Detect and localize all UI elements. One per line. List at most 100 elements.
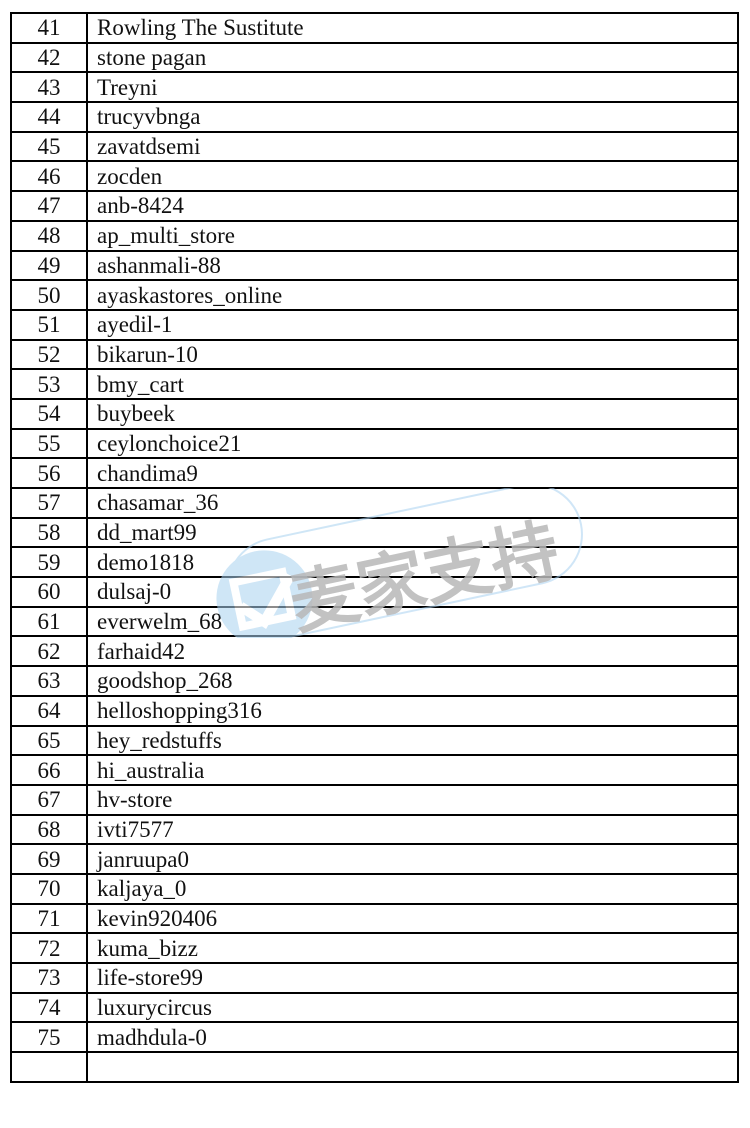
row-number: 44 [10,101,88,133]
row-number: 52 [10,338,88,371]
table-row: 68 ivti7577 [10,813,739,846]
store-name: stone pagan [86,41,739,74]
store-name: dd_mart99 [86,516,739,549]
row-number: 70 [10,872,88,905]
store-name: kuma_bizz [86,932,739,964]
table-row: 47 anb-8424 [10,190,739,222]
store-name: trucyvbnga [86,101,739,133]
row-number: 56 [10,457,88,489]
table-row: 55 ceylonchoice21 [10,427,739,460]
store-name: helloshopping316 [86,694,739,727]
table-row: 58 dd_mart99 [10,516,739,549]
store-name: life-store99 [86,962,739,994]
table-row: 53 bmy_cart [10,368,739,400]
row-number: 54 [10,397,88,430]
table-row: 49 ashanmali-88 [10,249,739,282]
row-number: 51 [10,308,88,341]
store-name: ayaskastores_online [86,279,739,311]
store-name: Treyni [86,71,739,104]
store-name: hv-store [86,783,739,816]
store-name: luxurycircus [86,991,739,1024]
row-number: 46 [10,160,88,193]
table-row: 64 helloshopping316 [10,694,739,727]
store-name: everwelm_68 [86,605,739,638]
table-row: 42 stone pagan [10,41,739,74]
table-row: 54 buybeek [10,397,739,430]
store-name: demo1818 [86,546,739,579]
store-name: kevin920406 [86,902,739,935]
table-row: 71 kevin920406 [10,902,739,935]
store-name: buybeek [86,397,739,430]
row-number: 60 [10,576,88,608]
store-name: janruupa0 [86,843,739,875]
table-row: 56 chandima9 [10,457,739,489]
row-number: 49 [10,249,88,282]
row-number [10,1051,88,1083]
store-name: kaljaya_0 [86,872,739,905]
table-row [10,1051,739,1083]
row-number: 43 [10,71,88,104]
store-name: ceylonchoice21 [86,427,739,460]
table-body: 41 Rowling The Sustitute 42 stone pagan 43 Tr… [10,12,739,1083]
table-row: 60 dulsaj-0 [10,576,739,608]
table-row: 61 everwelm_68 [10,605,739,638]
row-number: 64 [10,694,88,727]
table-row: 45 zavatdsemi [10,130,739,163]
store-name [86,1051,739,1083]
table-row: 67 hv-store [10,783,739,816]
store-name: anb-8424 [86,190,739,222]
row-number: 45 [10,130,88,163]
store-name: Rowling The Sustitute [86,12,739,44]
row-number: 68 [10,813,88,846]
table-row: 62 farhaid42 [10,635,739,668]
row-number: 69 [10,843,88,875]
row-number: 42 [10,41,88,74]
table-row: 75 madhdula-0 [10,1021,739,1054]
store-name: ayedil-1 [86,308,739,341]
row-number: 53 [10,368,88,400]
store-name: hey_redstuffs [86,724,739,757]
store-name: chasamar_36 [86,487,739,519]
store-name: ap_multi_store [86,219,739,252]
row-number: 71 [10,902,88,935]
row-number: 48 [10,219,88,252]
table-row: 72 kuma_bizz [10,932,739,964]
row-number: 62 [10,635,88,668]
store-name: hi_australia [86,754,739,786]
table-row: 73 life-store99 [10,962,739,994]
table-row: 69 janruupa0 [10,843,739,875]
row-number: 57 [10,487,88,519]
store-name: ivti7577 [86,813,739,846]
table-row: 51 ayedil-1 [10,308,739,341]
store-name: zavatdsemi [86,130,739,163]
table-row: 46 zocden [10,160,739,193]
row-number: 55 [10,427,88,460]
table-row: 44 trucyvbnga [10,101,739,133]
row-number: 63 [10,665,88,697]
store-name: bikarun-10 [86,338,739,371]
table-row: 43 Treyni [10,71,739,104]
table-row: 57 chasamar_36 [10,487,739,519]
table-row: 65 hey_redstuffs [10,724,739,757]
store-name: bmy_cart [86,368,739,400]
row-number: 47 [10,190,88,222]
table-row: 52 bikarun-10 [10,338,739,371]
row-number: 67 [10,783,88,816]
row-number: 65 [10,724,88,757]
store-name: chandima9 [86,457,739,489]
row-number: 73 [10,962,88,994]
row-number: 72 [10,932,88,964]
row-number: 50 [10,279,88,311]
table-row: 48 ap_multi_store [10,219,739,252]
store-name: goodshop_268 [86,665,739,697]
table-row: 66 hi_australia [10,754,739,786]
store-list-table: 41 Rowling The Sustitute 42 stone pagan 43 Tr… [10,12,739,1083]
row-number: 58 [10,516,88,549]
table-row: 74 luxurycircus [10,991,739,1024]
store-name: ashanmali-88 [86,249,739,282]
table-row: 50 ayaskastores_online [10,279,739,311]
store-name: zocden [86,160,739,193]
row-number: 74 [10,991,88,1024]
table-row: 63 goodshop_268 [10,665,739,697]
row-number: 59 [10,546,88,579]
